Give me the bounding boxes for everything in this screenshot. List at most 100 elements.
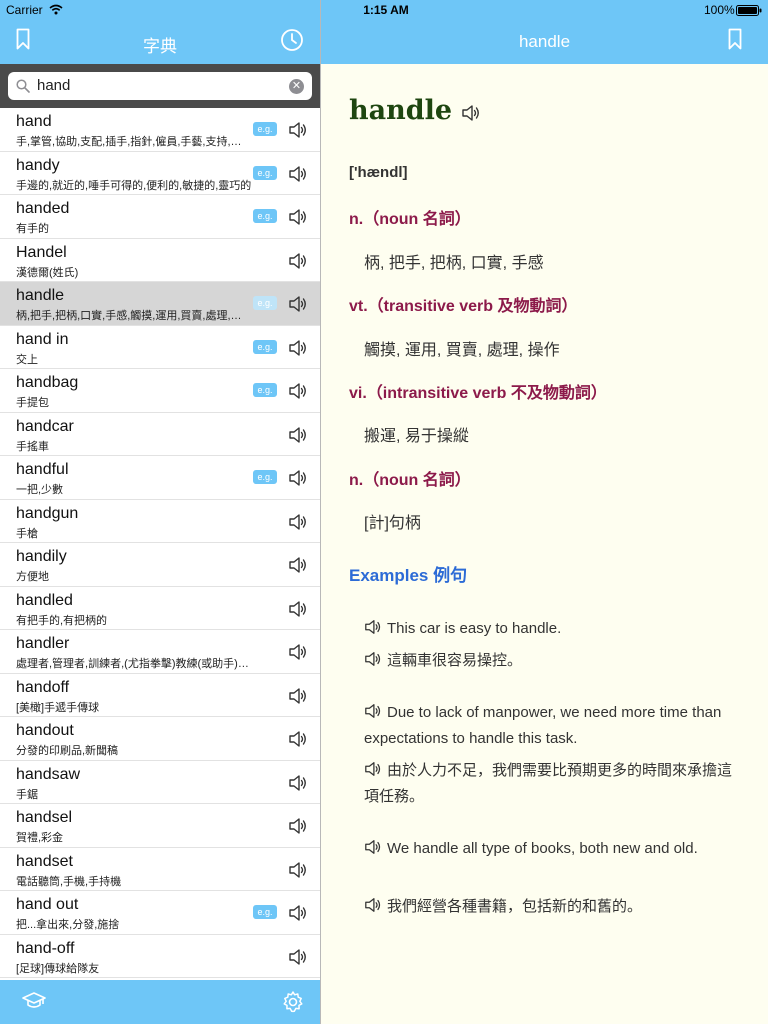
word-list-row[interactable]: handbag 手提包 e.g. <box>0 369 320 413</box>
carrier-label: Carrier <box>6 3 43 17</box>
pronounce-speaker-icon[interactable] <box>461 103 481 123</box>
speaker-icon[interactable] <box>288 164 308 184</box>
speaker-icon[interactable] <box>288 947 308 967</box>
word-definition: 賀禮,彩金 <box>16 832 64 844</box>
word-headword: handle <box>16 287 65 304</box>
clear-search-icon[interactable]: ✕ <box>289 79 304 94</box>
word-definition: 分發的印刷品,新聞稿 <box>16 745 119 757</box>
word-headword: Handel <box>16 243 67 261</box>
history-clock-icon[interactable] <box>280 28 304 52</box>
speaker-icon[interactable] <box>288 686 308 706</box>
example-english-text: Due to lack of manpower, we need more ti… <box>364 704 722 747</box>
word-definition: 一把,少數 <box>16 484 64 496</box>
word-headword: handoff <box>16 678 70 696</box>
speaker-icon[interactable] <box>288 251 308 271</box>
search-bar: hand ✕ <box>0 64 320 108</box>
word-list-pane: Carrier 字典 hand ✕ hand 手,掌管,協助,支配,插手,指針,僱… <box>0 0 320 1024</box>
speaker-icon[interactable] <box>288 816 308 836</box>
word-list-row[interactable]: handed 有手的 e.g. <box>0 195 320 239</box>
word-definition: 方便地 <box>16 571 49 583</box>
word-headword: handily <box>16 548 67 565</box>
left-title: 字典 <box>143 37 177 56</box>
speaker-icon[interactable] <box>288 207 308 227</box>
word-list-row[interactable]: handset 電話聽筒,手機,手持機 <box>0 847 320 891</box>
word-definition: 手搖車 <box>16 440 49 453</box>
search-value: hand <box>37 77 71 94</box>
word-definition: [美橄]手遞手傳球 <box>16 701 100 714</box>
word-list-row[interactable]: handler 處理者,管理者,訓練者,(尤指拳擊)教練(或助手)的人 <box>0 630 320 674</box>
word-list-row[interactable]: handy 手邊的,就近的,唾手可得的,便利的,敏捷的,靈巧的 e.g. <box>0 151 320 195</box>
speaker-icon[interactable] <box>288 860 308 880</box>
wifi-icon <box>49 4 63 15</box>
word-list-row[interactable]: handsel 賀禮,彩金 <box>0 804 320 848</box>
sense-meaning: [計]句柄 <box>364 515 421 532</box>
entry-title: handle <box>518 32 571 51</box>
word-headword: hand <box>16 113 52 130</box>
word-definition: 手提包 <box>16 397 49 409</box>
word-definition: 柄,把手,把柄,口實,手感,觸摸,運用,買賣,處理,操作 <box>16 310 252 322</box>
word-headword: handler <box>16 635 70 652</box>
speaker-icon[interactable] <box>288 381 308 401</box>
examples-badge: e.g. <box>253 296 277 310</box>
speaker-icon[interactable] <box>288 599 308 619</box>
word-list-row[interactable]: handout 分發的印刷品,新聞稿 <box>0 717 320 761</box>
speaker-icon[interactable] <box>288 642 308 662</box>
part-of-speech: vt.（transitive verb 及物動詞） <box>349 298 578 315</box>
search-icon <box>16 79 30 93</box>
word-headword: handout <box>16 722 74 739</box>
word-definition: 有把手的,有把柄的 <box>16 614 108 627</box>
word-list-row[interactable]: handle 柄,把手,把柄,口實,手感,觸摸,運用,買賣,處理,操作 e.g. <box>0 282 320 326</box>
speaker-icon[interactable] <box>364 702 382 720</box>
speaker-icon[interactable] <box>364 650 382 668</box>
speaker-icon[interactable] <box>364 618 382 636</box>
speaker-icon[interactable] <box>288 512 308 532</box>
speaker-icon[interactable] <box>288 773 308 793</box>
word-list-row[interactable]: Handel 漢德爾(姓氏) <box>0 238 320 282</box>
speaker-icon[interactable] <box>364 896 382 914</box>
word-list-row[interactable]: handcar 手搖車 <box>0 412 320 456</box>
word-headword: handgun <box>16 504 79 522</box>
word-list-row[interactable]: hand-off [足球]傳球給隊友 <box>0 934 320 978</box>
status-time: 1:15 AM <box>363 3 409 17</box>
word-list-row[interactable]: handful 一把,少數 e.g. <box>0 456 320 500</box>
word-headword: handled <box>16 591 73 609</box>
word-definition: 手鋸 <box>16 788 38 801</box>
word-list-row[interactable]: handoff [美橄]手遞手傳球 <box>0 673 320 717</box>
search-input[interactable]: hand ✕ <box>8 72 312 100</box>
word-definition: 有手的 <box>16 223 49 235</box>
examples-badge: e.g. <box>253 339 277 354</box>
bookmark-icon[interactable] <box>728 28 742 50</box>
examples-badge: e.g. <box>253 470 277 484</box>
bottom-toolbar <box>0 980 320 1024</box>
part-of-speech: vi.（intransitive verb 不及物動詞） <box>349 385 607 402</box>
speaker-icon[interactable] <box>288 425 308 445</box>
word-definition: 交上 <box>16 353 38 366</box>
example-chinese-text: 由於人力不足，我們需要比預期更多的時間來承擔這項任務。 <box>364 762 733 805</box>
word-headword: hand in <box>16 330 69 348</box>
graduation-cap-icon[interactable] <box>22 991 46 1011</box>
speaker-icon[interactable] <box>288 903 308 923</box>
word-list-row[interactable]: hand 手,掌管,協助,支配,插手,指針,僱員,手藝,支持,手工 e.g. <box>0 108 320 152</box>
word-definition: 處理者,管理者,訓練者,(尤指拳擊)教練(或助手)的人 <box>16 658 252 670</box>
speaker-icon[interactable] <box>288 468 308 488</box>
word-list-row[interactable]: hand out 把...拿出來,分發,施捨 e.g. <box>0 891 320 935</box>
sense-meaning: 觸摸, 運用, 買賣, 處理, 操作 <box>364 342 560 359</box>
word-headword: hand out <box>16 896 79 913</box>
word-list-row[interactable]: handily 方便地 <box>0 543 320 587</box>
speaker-icon[interactable] <box>364 838 382 856</box>
word-headword: handed <box>16 200 70 217</box>
speaker-icon[interactable] <box>288 555 308 575</box>
gear-icon[interactable] <box>281 990 305 1014</box>
word-list-row[interactable]: handsaw 手鋸 <box>0 760 320 804</box>
speaker-icon[interactable] <box>364 760 382 778</box>
word-headword: handbag <box>16 374 79 391</box>
word-list-row[interactable]: handgun 手槍 <box>0 499 320 543</box>
word-list-row[interactable]: hand in 交上 e.g. <box>0 325 320 369</box>
speaker-icon[interactable] <box>288 294 308 314</box>
speaker-icon[interactable] <box>288 729 308 749</box>
speaker-icon[interactable] <box>288 120 308 140</box>
speaker-icon[interactable] <box>288 338 308 358</box>
example-english-text: This car is easy to handle. <box>387 620 562 637</box>
word-list-row[interactable]: handled 有把手的,有把柄的 <box>0 586 320 630</box>
examples-heading: Examples 例句 <box>349 566 468 585</box>
